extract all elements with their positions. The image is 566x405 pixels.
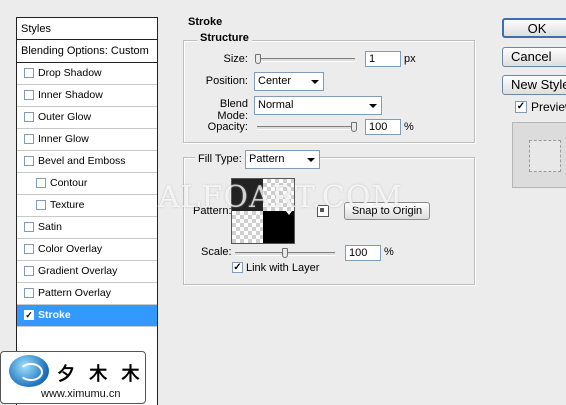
style-item-label: Color Overlay bbox=[38, 243, 103, 255]
style-item-label: Satin bbox=[38, 221, 62, 233]
scale-slider-thumb[interactable] bbox=[282, 248, 288, 258]
fill-type-select[interactable]: Pattern bbox=[245, 150, 320, 169]
scale-label: Scale: bbox=[201, 246, 232, 258]
logo-chinese-text: 夕 木 木 bbox=[57, 364, 144, 385]
style-item-label: Bevel and Emboss bbox=[38, 155, 126, 167]
style-item-label: Gradient Overlay bbox=[38, 265, 118, 277]
size-slider-thumb[interactable] bbox=[255, 54, 261, 64]
style-item-satin[interactable]: Satin bbox=[17, 217, 157, 239]
opacity-slider-thumb[interactable] bbox=[351, 122, 357, 132]
size-slider-track[interactable] bbox=[255, 58, 355, 62]
position-label: Position: bbox=[205, 75, 248, 87]
size-unit: px bbox=[404, 53, 416, 65]
position-select[interactable]: Center bbox=[254, 72, 324, 91]
style-item-gradient-overlay[interactable]: Gradient Overlay bbox=[17, 261, 157, 283]
style-item-checkbox[interactable] bbox=[24, 266, 34, 276]
opacity-slider-track[interactable] bbox=[257, 126, 357, 130]
link-with-layer-label: Link with Layer bbox=[246, 262, 320, 274]
style-item-stroke[interactable]: ✓ Stroke bbox=[17, 305, 157, 327]
checkmark-icon: ✓ bbox=[233, 262, 242, 273]
pattern-tile-bottom-right bbox=[263, 211, 294, 243]
style-item-label: Pattern Overlay bbox=[38, 287, 111, 299]
chevron-down-icon bbox=[369, 104, 377, 108]
preview-label: Preview bbox=[531, 100, 566, 114]
size-input[interactable]: 1 bbox=[365, 51, 401, 67]
style-item-color-overlay[interactable]: Color Overlay bbox=[17, 239, 157, 261]
style-item-checkbox[interactable] bbox=[24, 156, 34, 166]
style-item-label: Outer Glow bbox=[38, 111, 92, 123]
preview-checkbox[interactable]: ✓ bbox=[515, 101, 527, 113]
ximumu-logo: 夕 木 木 www.ximumu.cn bbox=[0, 351, 146, 404]
style-item-checkbox[interactable] bbox=[24, 244, 34, 254]
style-item-inner-shadow[interactable]: Inner Shadow bbox=[17, 85, 157, 107]
new-style-button[interactable]: New Style bbox=[502, 75, 566, 95]
style-item-texture[interactable]: Texture bbox=[17, 195, 157, 217]
fill-type-select-value: Pattern bbox=[249, 153, 285, 165]
style-item-checkbox[interactable] bbox=[24, 134, 34, 144]
structure-group-title: Structure bbox=[197, 32, 252, 44]
fill-type-label: Fill Type: bbox=[195, 153, 245, 165]
opacity-unit: % bbox=[404, 121, 414, 133]
chevron-down-icon bbox=[311, 80, 319, 84]
style-item-checkbox[interactable]: ✓ bbox=[24, 310, 34, 320]
style-item-checkbox[interactable] bbox=[24, 222, 34, 232]
opacity-label: Opacity: bbox=[207, 121, 248, 133]
ok-button[interactable]: OK bbox=[502, 18, 566, 38]
style-item-checkbox[interactable] bbox=[36, 200, 46, 210]
style-item-checkbox[interactable] bbox=[24, 288, 34, 298]
stroke-panel-title: Stroke bbox=[188, 16, 223, 28]
style-item-label: Inner Glow bbox=[38, 133, 89, 145]
watermark-text: ALFOART.COM bbox=[158, 180, 404, 215]
fill-group bbox=[183, 157, 475, 285]
opacity-input[interactable]: 100 bbox=[365, 119, 401, 135]
blend-mode-select[interactable]: Normal bbox=[254, 96, 382, 115]
style-item-checkbox[interactable] bbox=[24, 68, 34, 78]
style-item-checkbox[interactable] bbox=[36, 178, 46, 188]
style-preview-box bbox=[512, 122, 566, 188]
checkmark-icon: ✓ bbox=[516, 101, 526, 112]
blending-options-row[interactable]: Blending Options: Custom bbox=[17, 41, 157, 63]
style-item-checkbox[interactable] bbox=[24, 112, 34, 122]
style-item-outer-glow[interactable]: Outer Glow bbox=[17, 107, 157, 129]
blend-mode-label: Blend Mode: bbox=[217, 98, 248, 122]
style-item-inner-glow[interactable]: Inner Glow bbox=[17, 129, 157, 151]
chevron-down-icon bbox=[307, 158, 315, 162]
style-item-contour[interactable]: Contour bbox=[17, 173, 157, 195]
style-item-label: Drop Shadow bbox=[38, 67, 102, 79]
cancel-button[interactable]: Cancel bbox=[502, 47, 566, 67]
style-item-label: Texture bbox=[50, 199, 85, 211]
style-item-label: Inner Shadow bbox=[38, 89, 103, 101]
size-label: Size: bbox=[223, 53, 248, 65]
style-item-bevel-and-emboss[interactable]: Bevel and Emboss bbox=[17, 151, 157, 173]
position-select-value: Center bbox=[258, 75, 292, 87]
styles-list-panel: Styles Blending Options: Custom Drop Sha… bbox=[16, 17, 158, 405]
link-with-layer-checkbox[interactable]: ✓ bbox=[232, 262, 243, 273]
style-item-drop-shadow[interactable]: Drop Shadow bbox=[17, 63, 157, 85]
style-item-label: Contour bbox=[50, 177, 88, 189]
pattern-tile-bottom-left bbox=[232, 211, 263, 243]
preview-swatch bbox=[529, 140, 561, 172]
style-item-pattern-overlay[interactable]: Pattern Overlay bbox=[17, 283, 157, 305]
blend-mode-select-value: Normal bbox=[258, 99, 294, 111]
styles-header[interactable]: Styles bbox=[17, 18, 157, 40]
logo-url-text: www.ximumu.cn bbox=[41, 388, 121, 400]
scale-input[interactable]: 100 bbox=[345, 245, 381, 261]
style-item-checkbox[interactable] bbox=[24, 90, 34, 100]
style-item-label: Stroke bbox=[38, 309, 71, 321]
scale-unit: % bbox=[384, 246, 394, 258]
logo-emblem-icon bbox=[9, 355, 49, 387]
